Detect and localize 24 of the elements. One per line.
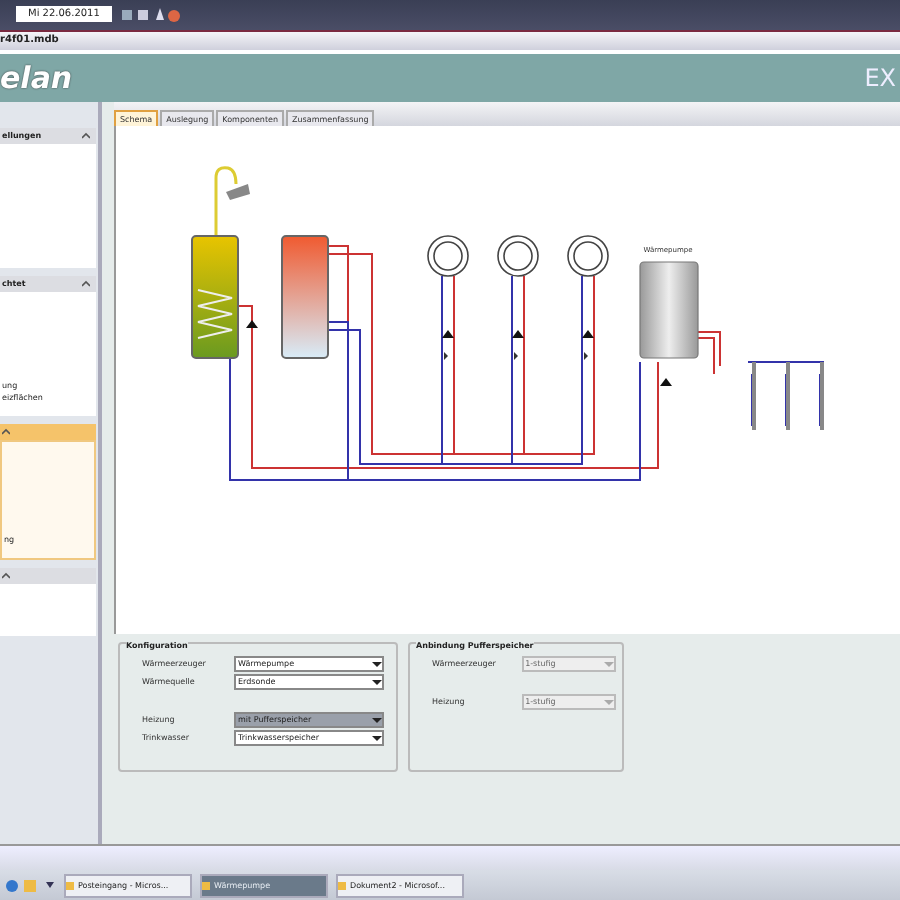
dropdown-arrow-icon [604,697,614,706]
heat-pump [639,260,699,358]
pump-icon [246,319,258,328]
quick-launch-icons-drawing [4,875,56,896]
header-label: EX [864,63,898,92]
shower-icon [214,165,250,236]
tray-icons-drawing [119,4,180,25]
buffer-tank [281,234,329,359]
sidebar-panel [0,583,96,636]
ground-probe-drawing [752,361,824,430]
dropdown-arrow-icon [604,659,614,668]
radiator-drawing [567,234,609,360]
hot-water-tank [191,234,239,359]
collapse-icon [82,131,90,140]
sidebar-section-header[interactable] [0,567,96,584]
collapse-icon [2,427,10,436]
radiator-drawing [497,234,539,360]
sidebar-panel [0,143,96,268]
collapse-icon [2,571,10,580]
app-logo-text: elan [0,59,73,96]
radiator-drawing [427,234,469,360]
collapse-icon [82,279,90,288]
pump-icon [660,377,672,386]
sidebar-section-header[interactable] [0,423,96,440]
